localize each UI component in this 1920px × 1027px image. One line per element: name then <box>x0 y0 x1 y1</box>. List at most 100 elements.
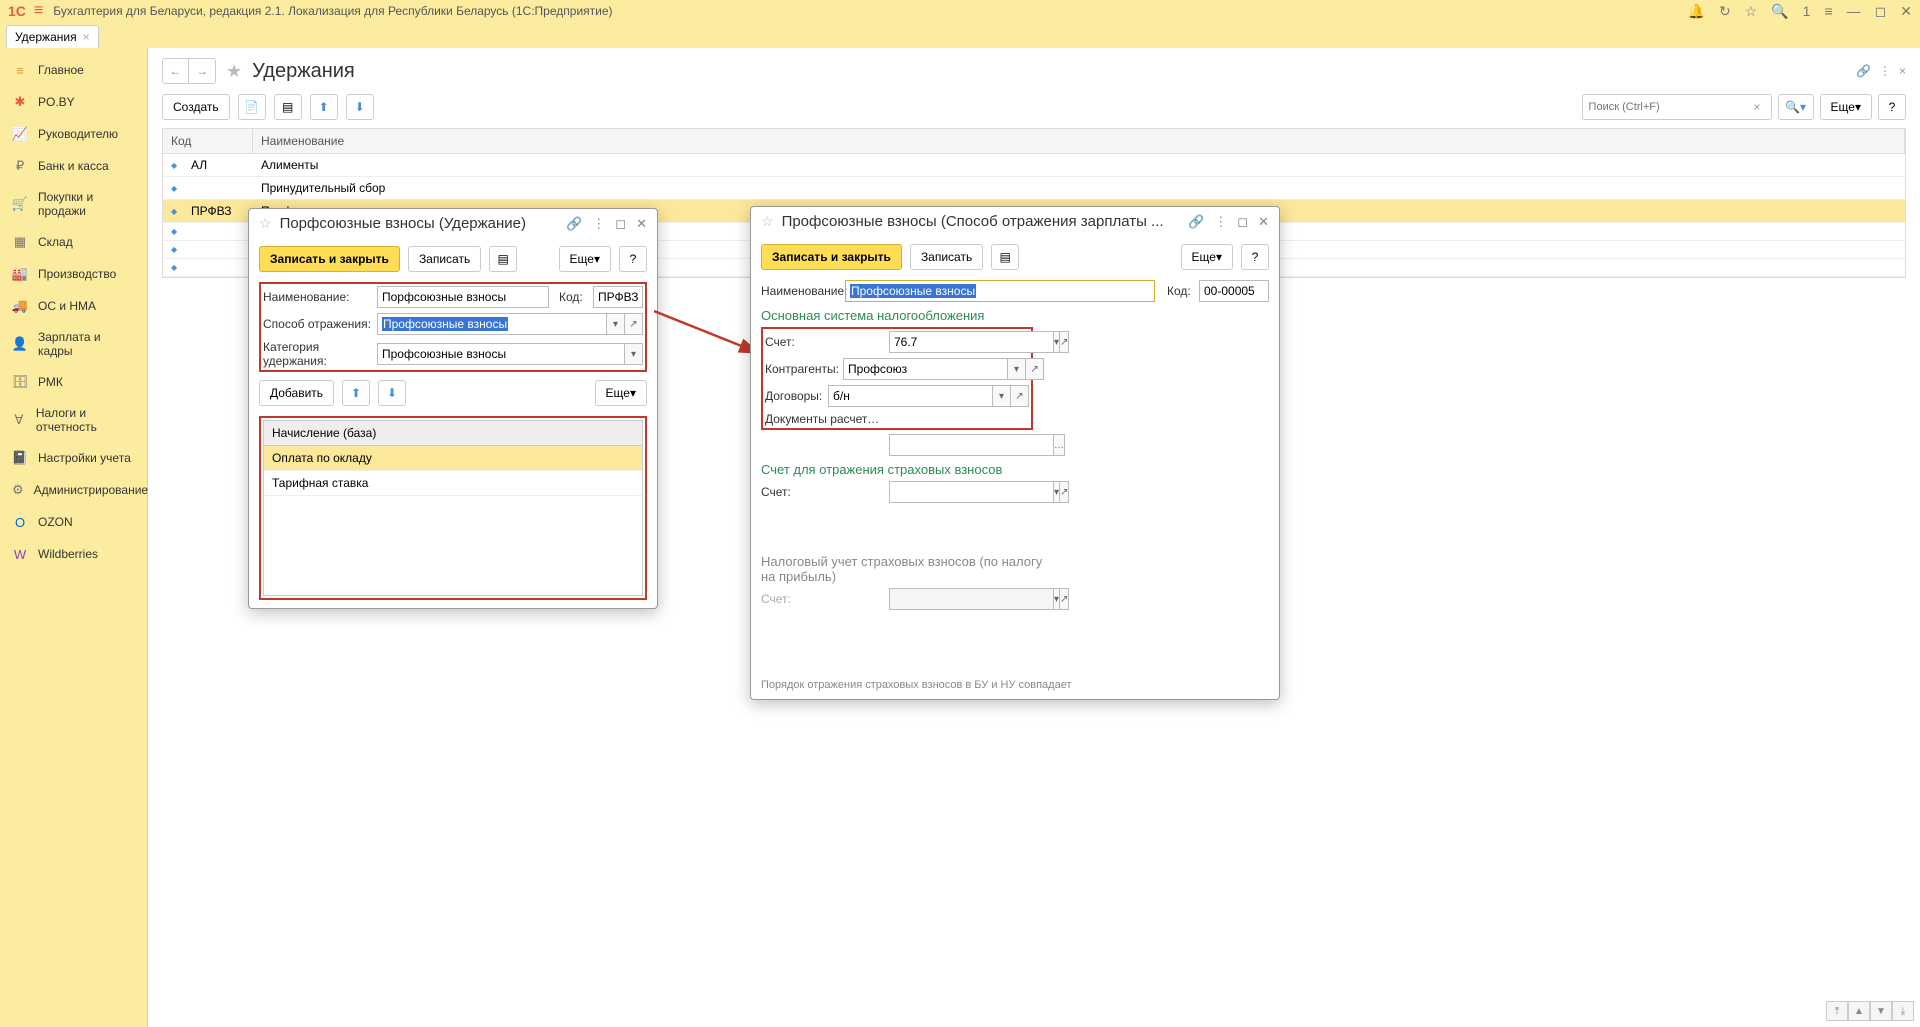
dialog1-down-button[interactable]: ⬇ <box>378 380 406 406</box>
sidebar-item[interactable]: ₽Банк и касса <box>0 150 147 182</box>
search-dropdown-button[interactable]: 🔍▾ <box>1778 94 1814 120</box>
list-item[interactable]: Тарифная ставка <box>264 471 642 496</box>
scroll-up-icon[interactable]: ▲ <box>1848 1001 1870 1021</box>
dialog2-contract-input[interactable] <box>828 385 993 407</box>
search-input[interactable] <box>1589 101 1750 113</box>
dialog2-name-input[interactable]: Профсоюзные взносы <box>845 280 1155 302</box>
dialog2-more-button[interactable]: Еще ▾ <box>1181 244 1233 270</box>
open-icon[interactable]: ↗ <box>1026 358 1044 380</box>
sidebar-item[interactable]: 📈Руководителю <box>0 118 147 150</box>
sidebar-item[interactable]: OOZON <box>0 506 147 538</box>
dialog1-category-input[interactable] <box>377 343 625 365</box>
search-icon[interactable]: 🔍 <box>1771 3 1788 20</box>
sidebar-item[interactable]: 🚚ОС и НМА <box>0 290 147 322</box>
dialog1-save-button[interactable]: Записать <box>408 246 481 272</box>
open-icon[interactable]: ↗ <box>1060 481 1069 503</box>
dialog1-list-more-button[interactable]: Еще ▾ <box>595 380 647 406</box>
dialog1-more-button[interactable]: Еще ▾ <box>559 246 611 272</box>
dialog2-star-icon[interactable]: ☆ <box>761 213 774 230</box>
dialog1-code-input[interactable] <box>593 286 643 308</box>
sidebar-item[interactable]: 🗄РМК <box>0 366 147 398</box>
maximize-icon[interactable]: ◻ <box>1875 3 1887 20</box>
table-row[interactable]: ◆АЛАлименты <box>163 154 1905 177</box>
link-icon[interactable]: 🔗 <box>1856 64 1871 78</box>
download-button[interactable]: ⬇ <box>346 94 374 120</box>
sidebar-item[interactable]: 👤Зарплата и кадры <box>0 322 147 366</box>
more-icon[interactable]: ⋮ <box>1879 64 1891 78</box>
dialog2-contragent-input[interactable] <box>843 358 1008 380</box>
scroll-top-icon[interactable]: ⤒ <box>1826 1001 1848 1021</box>
sidebar-item[interactable]: 🛒 Покупки и продажи <box>0 182 147 226</box>
dialog1-help-button[interactable]: ? <box>619 246 647 272</box>
dialog2-list-button[interactable]: ▤ <box>991 244 1019 270</box>
sidebar-item[interactable]: ▦Склад <box>0 226 147 258</box>
dialog2-account-input[interactable] <box>889 331 1054 353</box>
sidebar-icon: 🛒 <box>12 196 28 212</box>
close-icon[interactable]: ✕ <box>1900 3 1912 20</box>
table-header-name[interactable]: Наименование <box>253 129 1905 153</box>
dialog2-docs-input[interactable] <box>889 434 1054 456</box>
copy-button[interactable]: 📄 <box>238 94 266 120</box>
tab-close-icon[interactable]: × <box>83 30 90 44</box>
settings-icon[interactable]: ≡ <box>1824 3 1832 19</box>
dialog2-close-icon[interactable]: ✕ <box>1258 214 1269 230</box>
tab-uderzhaniya[interactable]: Удержания × <box>6 25 99 48</box>
minimize-icon[interactable]: — <box>1847 3 1861 19</box>
list-item[interactable]: Оплата по окладу <box>264 446 642 471</box>
sidebar-item-label: Покупки и продажи <box>38 190 135 218</box>
table-row[interactable]: ◆Принудительный сбор <box>163 177 1905 200</box>
dialog1-method-open-icon[interactable]: ↗ <box>625 313 643 335</box>
dialog2-code-input[interactable] <box>1199 280 1269 302</box>
sidebar-item[interactable]: WWildberries <box>0 538 147 570</box>
open-icon[interactable]: ↗ <box>1011 385 1029 407</box>
dialog1-method-dropdown-icon[interactable]: ▾ <box>607 313 625 335</box>
sidebar-item[interactable]: ≡Главное <box>0 54 147 86</box>
table-header-code[interactable]: Код <box>163 129 253 153</box>
open-icon[interactable]: ↗ <box>1060 331 1069 353</box>
dialog2-link-icon[interactable]: 🔗 <box>1188 214 1204 230</box>
dialog1-list-button[interactable]: ▤ <box>489 246 517 272</box>
dialog1-up-button[interactable]: ⬆ <box>342 380 370 406</box>
dialog1-link-icon[interactable]: 🔗 <box>566 216 582 232</box>
dialog1-more-icon[interactable]: ⋮ <box>592 216 605 232</box>
dialog2-maximize-icon[interactable]: ◻ <box>1237 214 1248 230</box>
menu-icon[interactable]: ≡ <box>34 2 43 20</box>
dropdown-icon[interactable]: ▾ <box>1008 358 1026 380</box>
sidebar-item[interactable]: 🏭Производство <box>0 258 147 290</box>
help-button[interactable]: ? <box>1878 94 1906 120</box>
dialog1-save-close-button[interactable]: Записать и закрыть <box>259 246 400 272</box>
favorite-star-icon[interactable]: ★ <box>226 61 242 82</box>
sidebar-item[interactable]: ⱯНалоги и отчетность <box>0 398 147 442</box>
dialog2-help-button[interactable]: ? <box>1241 244 1269 270</box>
page-close-icon[interactable]: × <box>1899 64 1906 78</box>
forward-button[interactable]: → <box>189 59 215 83</box>
sidebar-item[interactable]: 📓Настройки учета <box>0 442 147 474</box>
search-clear-icon[interactable]: × <box>1750 100 1765 114</box>
scroll-bottom-icon[interactable]: ⤓ <box>1892 1001 1914 1021</box>
dialog1-add-button[interactable]: Добавить <box>259 380 334 406</box>
more-button[interactable]: Еще ▾ <box>1820 94 1872 120</box>
dialog1-category-dropdown-icon[interactable]: ▾ <box>625 343 643 365</box>
dialog2-save-button[interactable]: Записать <box>910 244 983 270</box>
sidebar-item[interactable]: ✱PO.BY <box>0 86 147 118</box>
back-button[interactable]: ← <box>163 59 189 83</box>
dropdown-icon[interactable]: ▾ <box>993 385 1011 407</box>
bell-icon[interactable]: 🔔 <box>1688 3 1705 20</box>
history-icon[interactable]: ↻ <box>1719 3 1731 20</box>
search-box[interactable]: × <box>1582 94 1772 120</box>
dialog2-save-close-button[interactable]: Записать и закрыть <box>761 244 902 270</box>
dialog1-maximize-icon[interactable]: ◻ <box>615 216 626 232</box>
dialog1-star-icon[interactable]: ☆ <box>259 215 272 232</box>
dialog1-close-icon[interactable]: ✕ <box>636 216 647 232</box>
create-button[interactable]: Создать <box>162 94 230 120</box>
dialog1-name-input[interactable] <box>377 286 549 308</box>
ellipsis-icon[interactable]: … <box>1054 434 1065 456</box>
star-icon[interactable]: ☆ <box>1745 3 1758 20</box>
dialog1-method-input[interactable]: Профсоюзные взносы <box>377 313 607 335</box>
sidebar-item[interactable]: ⚙Администрирование <box>0 474 147 506</box>
dialog2-more-icon[interactable]: ⋮ <box>1214 214 1227 230</box>
upload-button[interactable]: ⬆ <box>310 94 338 120</box>
list-button[interactable]: ▤ <box>274 94 302 120</box>
dialog2-account2-input[interactable] <box>889 481 1054 503</box>
scroll-down-icon[interactable]: ▼ <box>1870 1001 1892 1021</box>
